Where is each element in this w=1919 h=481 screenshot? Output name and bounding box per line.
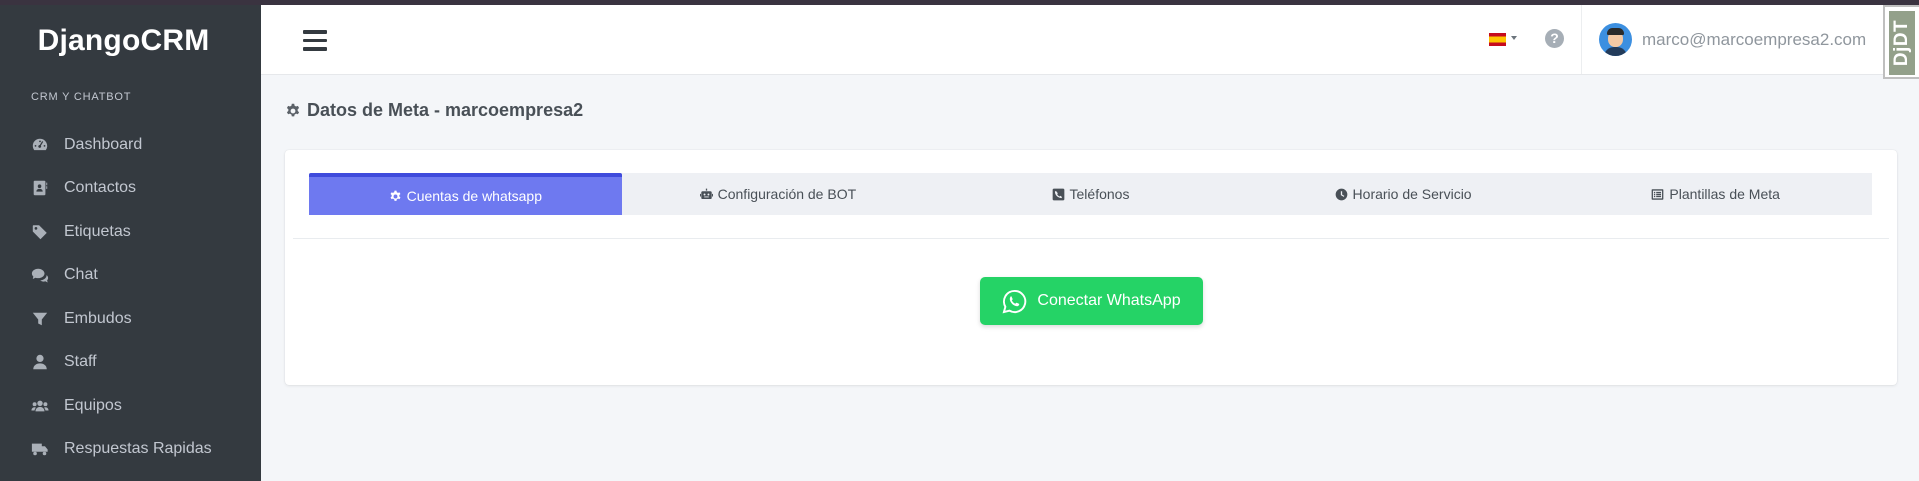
sidebar-item-chat[interactable]: Chat bbox=[0, 254, 261, 298]
comments-icon bbox=[30, 265, 50, 285]
sidebar: DjangoCRM CRM Y CHATBOT Dashboard Contac… bbox=[0, 5, 261, 481]
debug-toolbar-label: DjDT bbox=[1891, 19, 1913, 67]
tab-plantillas-meta[interactable]: Plantillas de Meta bbox=[1559, 173, 1872, 215]
clock-icon bbox=[1335, 188, 1347, 200]
tab-label: Configuración de BOT bbox=[717, 186, 857, 202]
tab-label: Teléfonos bbox=[1069, 186, 1130, 202]
tab-cuentas-whatsapp[interactable]: Cuentas de whatsapp bbox=[309, 173, 622, 215]
avatar bbox=[1599, 23, 1632, 56]
user-icon bbox=[30, 352, 50, 372]
tab-configuracion-bot[interactable]: Configuración de BOT bbox=[622, 173, 935, 215]
sidebar-item-respuestas-rapidas[interactable]: Respuestas Rapidas bbox=[0, 428, 261, 472]
whatsapp-icon bbox=[1002, 289, 1027, 313]
connect-whatsapp-button[interactable]: Conectar WhatsApp bbox=[980, 277, 1203, 325]
sidebar-item-label: Etiquetas bbox=[64, 222, 131, 240]
sidebar-item-label: Staff bbox=[64, 353, 97, 371]
sidebar-item-dashboard[interactable]: Dashboard bbox=[0, 123, 261, 167]
tab-telefonos[interactable]: Teléfonos bbox=[934, 173, 1247, 215]
brand-name: DjangoCRM bbox=[37, 24, 210, 57]
sidebar-item-label: Respuestas Rapidas bbox=[64, 440, 212, 458]
tab-label: Plantillas de Meta bbox=[1669, 186, 1780, 202]
user-email: marco@marcoempresa2.com bbox=[1642, 29, 1867, 49]
tab-label: Cuentas de whatsapp bbox=[406, 188, 543, 204]
filter-icon bbox=[30, 309, 50, 329]
address-book-icon bbox=[30, 178, 50, 198]
brand-link[interactable]: DjangoCRM bbox=[0, 5, 261, 77]
sidebar-item-label: Chat bbox=[64, 266, 98, 284]
sidebar-item-etiquetas[interactable]: Etiquetas bbox=[0, 210, 261, 254]
meta-settings-card: Cuentas de whatsapp Configuración de BOT… bbox=[285, 150, 1897, 385]
help-icon[interactable]: ? bbox=[1545, 29, 1564, 48]
users-icon bbox=[30, 396, 50, 416]
truck-icon bbox=[30, 439, 50, 459]
robot-icon bbox=[699, 188, 713, 199]
spain-flag-icon[interactable] bbox=[1489, 33, 1506, 46]
sidebar-item-contactos[interactable]: Contactos bbox=[0, 167, 261, 211]
tab-label: Horario de Servicio bbox=[1352, 186, 1472, 202]
settings-tabs: Cuentas de whatsapp Configuración de BOT… bbox=[309, 173, 1872, 215]
tab-horario-servicio[interactable]: Horario de Servicio bbox=[1247, 173, 1560, 215]
cog-icon bbox=[286, 103, 300, 116]
sidebar-section-header: CRM Y CHATBOT bbox=[31, 91, 132, 103]
debug-toolbar-badge: DjDT bbox=[1889, 11, 1915, 75]
sidebar-item-label: Embudos bbox=[64, 309, 132, 327]
card-divider bbox=[293, 238, 1889, 239]
sidebar-item-embudos[interactable]: Embudos bbox=[0, 297, 261, 341]
tachometer-icon bbox=[30, 135, 50, 155]
user-menu[interactable]: marco@marcoempresa2.com bbox=[1581, 5, 1866, 74]
tag-icon bbox=[30, 222, 50, 242]
hamburger-menu-icon[interactable] bbox=[303, 30, 327, 51]
sidebar-item-staff[interactable]: Staff bbox=[0, 341, 261, 385]
page-title: Datos de Meta - marcoempresa2 bbox=[285, 100, 583, 121]
cog-icon bbox=[390, 190, 401, 201]
sidebar-item-label: Contactos bbox=[64, 179, 137, 197]
page-title-text: Datos de Meta - marcoempresa2 bbox=[307, 100, 584, 120]
sidebar-item-label: Dashboard bbox=[64, 135, 143, 153]
top-navbar: ? marco@marcoempresa2.com bbox=[261, 5, 1919, 75]
debug-toolbar-handle[interactable]: DjDT bbox=[1883, 5, 1919, 79]
sidebar-item-label: Equipos bbox=[64, 396, 122, 414]
sidebar-item-equipos[interactable]: Equipos bbox=[0, 384, 261, 428]
chevron-down-icon[interactable] bbox=[1511, 36, 1517, 40]
connect-whatsapp-label: Conectar WhatsApp bbox=[1037, 292, 1181, 309]
list-alt-icon bbox=[1652, 188, 1664, 200]
phone-square-icon bbox=[1052, 188, 1064, 200]
